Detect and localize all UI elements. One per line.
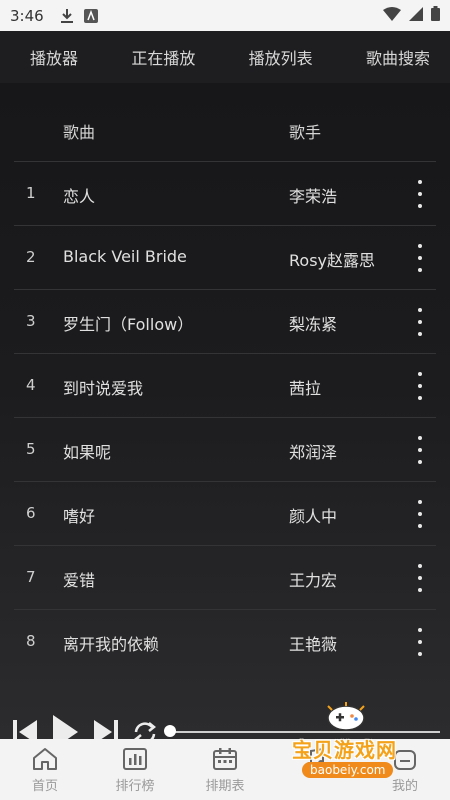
tab-song-search[interactable]: 歌曲搜索 — [366, 45, 430, 69]
signal-icon — [409, 6, 423, 25]
nav-home-label: 首页 — [31, 779, 58, 794]
song-title: 恋人 — [63, 187, 96, 206]
song-row[interactable]: 4 到时说爱我 茜拉 — [14, 353, 436, 417]
more-options-icon[interactable] — [412, 372, 428, 400]
song-artist: 颜人中 — [289, 507, 338, 526]
progress-track — [170, 731, 440, 733]
bottom-navigation: 首页 排行榜 排期表 我的 — [0, 739, 450, 800]
header-artist: 歌手 — [289, 123, 322, 142]
song-number: 4 — [26, 376, 36, 394]
song-number: 1 — [26, 184, 36, 202]
song-title: 罗生门（Follow） — [63, 315, 194, 334]
song-row[interactable]: 3 罗生门（Follow） 梨冻紧 — [14, 289, 436, 353]
song-title: 如果呢 — [63, 443, 112, 462]
song-number: 2 — [26, 248, 36, 266]
tab-player[interactable]: 播放器 — [30, 45, 78, 69]
app-notification-icon — [83, 8, 98, 23]
song-artist: 郑润泽 — [289, 443, 338, 462]
song-artist: 茜拉 — [289, 379, 322, 398]
song-number: 6 — [26, 504, 36, 522]
tab-playlist[interactable]: 播放列表 — [249, 45, 313, 69]
song-artist: 梨冻紧 — [289, 315, 338, 334]
nav-schedule[interactable]: 排期表 — [180, 739, 270, 800]
nav-profile-label: 我的 — [391, 779, 418, 794]
song-artist: Rosy赵露思 — [289, 251, 375, 270]
song-title: Black Veil Bride — [63, 247, 187, 266]
status-bar: 3:46 — [0, 0, 450, 31]
tab-now-playing[interactable]: 正在播放 — [131, 45, 195, 69]
song-title: 嗜好 — [63, 507, 96, 526]
nav-charts-label: 排行榜 — [115, 779, 155, 794]
nav-home[interactable]: 首页 — [0, 739, 90, 800]
calendar-icon — [213, 748, 237, 770]
more-options-icon[interactable] — [412, 436, 428, 464]
progress-slider[interactable] — [164, 725, 440, 737]
progress-thumb[interactable] — [164, 725, 176, 737]
more-options-icon[interactable] — [412, 628, 428, 656]
wifi-icon — [383, 6, 401, 25]
home-icon — [33, 748, 57, 770]
more-options-icon[interactable] — [412, 500, 428, 528]
song-number: 5 — [26, 440, 36, 458]
song-number: 3 — [26, 312, 36, 330]
song-artist: 王艳薇 — [289, 635, 338, 654]
song-table-header: 歌曲 歌手 — [0, 103, 450, 159]
nav-music[interactable] — [270, 739, 360, 800]
more-options-icon[interactable] — [412, 564, 428, 592]
header-song: 歌曲 — [63, 123, 96, 142]
song-artist: 王力宏 — [289, 571, 338, 590]
top-tabs: 播放器 正在播放 播放列表 歌曲搜索 — [0, 31, 450, 83]
song-row[interactable]: 8 离开我的依赖 王艳薇 — [14, 609, 436, 673]
download-icon — [60, 8, 74, 24]
song-artist: 李荣浩 — [289, 187, 338, 206]
status-time: 3:46 — [10, 6, 44, 25]
battery-icon — [431, 6, 440, 25]
song-list: 1 恋人 李荣浩 2 Black Veil Bride Rosy赵露思 3 罗生… — [0, 161, 450, 673]
nav-schedule-label: 排期表 — [205, 779, 245, 794]
more-options-icon[interactable] — [412, 308, 428, 336]
note-icon — [306, 747, 324, 768]
song-number: 7 — [26, 568, 36, 586]
nav-profile[interactable]: 我的 — [360, 739, 450, 800]
song-row[interactable]: 6 嗜好 颜人中 — [14, 481, 436, 545]
song-title: 离开我的依赖 — [63, 635, 160, 654]
main-panel: 播放器 正在播放 播放列表 歌曲搜索 歌曲 歌手 1 恋人 李荣浩 2 Blac… — [0, 31, 450, 749]
song-number: 8 — [26, 632, 36, 650]
song-title: 爱错 — [63, 571, 96, 590]
nav-charts[interactable]: 排行榜 — [90, 739, 180, 800]
more-options-icon[interactable] — [412, 244, 428, 272]
more-options-icon[interactable] — [412, 180, 428, 208]
song-row[interactable]: 1 恋人 李荣浩 — [14, 161, 436, 225]
profile-icon — [394, 750, 416, 770]
song-row[interactable]: 7 爱错 王力宏 — [14, 545, 436, 609]
song-title: 到时说爱我 — [63, 379, 144, 398]
chart-icon — [123, 748, 147, 770]
song-row[interactable]: 5 如果呢 郑润泽 — [14, 417, 436, 481]
song-row[interactable]: 2 Black Veil Bride Rosy赵露思 — [14, 225, 436, 289]
